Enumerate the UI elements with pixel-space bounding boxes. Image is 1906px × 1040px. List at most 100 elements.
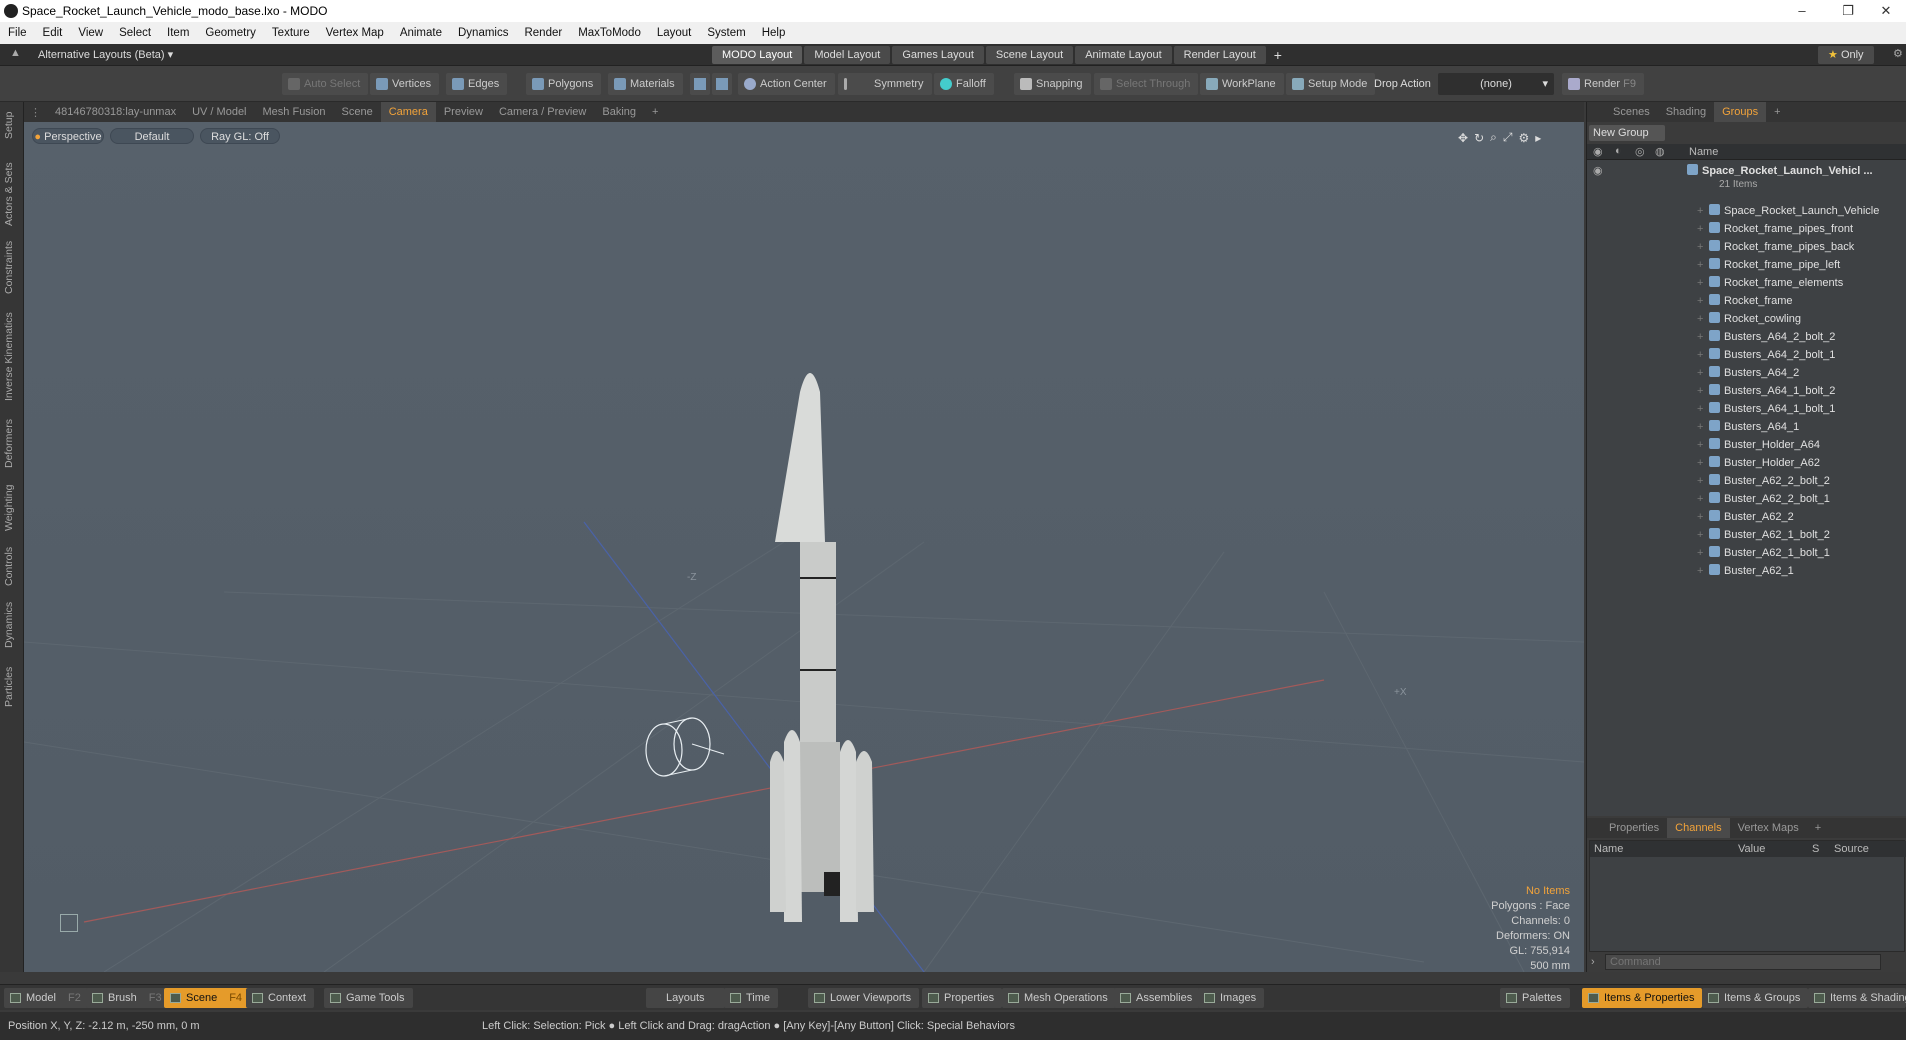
expand-icon[interactable]: + — [1697, 220, 1703, 238]
list-item[interactable]: + Rocket_frame_pipes_back — [1587, 238, 1906, 256]
vtab-camera[interactable]: Camera — [380, 102, 436, 122]
expand-icon[interactable]: + — [1697, 328, 1703, 346]
mesh-operations-button[interactable]: Mesh Operations — [1002, 988, 1116, 1008]
list-item[interactable]: + Buster_A62_1 — [1587, 562, 1906, 580]
list-item[interactable]: + Busters_A64_1_bolt_1 — [1587, 400, 1906, 418]
expand-icon[interactable]: + — [1697, 274, 1703, 292]
tab-modo-layout[interactable]: MODO Layout — [712, 46, 803, 64]
viewport-arrow-icon[interactable]: ▸ — [1535, 131, 1541, 145]
list-item[interactable]: + Buster_A62_1_bolt_1 — [1587, 544, 1906, 562]
vtab-baking[interactable]: Baking — [594, 102, 644, 122]
expand-icon[interactable]: + — [1697, 400, 1703, 418]
properties-button[interactable]: Properties — [922, 988, 1003, 1008]
vtab-weighting[interactable]: Weighting — [3, 480, 21, 536]
add-lower-tab-icon[interactable]: + — [1807, 818, 1829, 838]
camera-gizmo[interactable] — [645, 717, 725, 777]
list-item[interactable]: + Buster_Holder_A64 — [1587, 436, 1906, 454]
tab-model-layout[interactable]: Model Layout — [804, 46, 891, 64]
pan-icon[interactable]: ✥ — [1458, 131, 1468, 145]
rotate-icon[interactable]: ↻ — [1474, 131, 1484, 145]
tab-properties[interactable]: Properties — [1601, 818, 1667, 838]
menu-select[interactable]: Select — [111, 22, 159, 44]
tab-games-layout[interactable]: Games Layout — [892, 46, 984, 64]
raygl-toggle[interactable]: Ray GL: Off — [200, 128, 280, 144]
3d-viewport[interactable]: ● Perspective Default Ray GL: Off ✥ ↻ ⌕ … — [24, 122, 1584, 972]
vtab-camera-preview[interactable]: Camera / Preview — [491, 102, 594, 122]
tab-shading[interactable]: Shading — [1658, 102, 1714, 122]
expand-icon[interactable]: + — [1697, 436, 1703, 454]
selection-set-button[interactable] — [690, 73, 710, 95]
expand-icon[interactable]: + — [1697, 526, 1703, 544]
rocket-model[interactable] — [770, 373, 874, 922]
tab-animate-layout[interactable]: Animate Layout — [1075, 46, 1172, 64]
setup-mode-button[interactable]: Setup Mode — [1286, 73, 1376, 95]
items-properties-button[interactable]: Items & Properties — [1582, 988, 1703, 1008]
auto-select-button[interactable]: Auto Select — [282, 73, 369, 95]
add-layout-icon[interactable]: + — [1274, 47, 1282, 63]
expand-icon[interactable]: + — [1697, 508, 1703, 526]
vtab-controls[interactable]: Controls — [3, 542, 21, 590]
list-item[interactable]: + Busters_A64_2 — [1587, 364, 1906, 382]
expand-icon[interactable]: + — [1697, 292, 1703, 310]
list-item[interactable]: + Buster_A62_2_bolt_2 — [1587, 472, 1906, 490]
vtab-lay-unmax[interactable]: 48146780318:lay-unmax — [47, 102, 184, 122]
menu-render[interactable]: Render — [516, 22, 570, 44]
expand-icon[interactable]: + — [1697, 418, 1703, 436]
expand-icon[interactable]: + — [1697, 238, 1703, 256]
command-input[interactable] — [1605, 954, 1881, 970]
vtab-setup[interactable]: Setup — [3, 108, 21, 142]
menu-geometry[interactable]: Geometry — [197, 22, 264, 44]
expand-icon[interactable]: + — [1697, 472, 1703, 490]
menu-texture[interactable]: Texture — [264, 22, 318, 44]
symmetry-button[interactable]: Symmetry — [838, 73, 932, 95]
list-item[interactable]: + Busters_A64_1_bolt_2 — [1587, 382, 1906, 400]
add-tab-icon[interactable]: + — [1766, 102, 1788, 122]
edges-button[interactable]: Edges — [446, 73, 508, 95]
scene-button[interactable]: Scene F4 — [164, 988, 251, 1008]
tab-scenes[interactable]: Scenes — [1605, 102, 1658, 122]
menu-animate[interactable]: Animate — [392, 22, 450, 44]
context-button[interactable]: Context — [246, 988, 314, 1008]
list-item[interactable]: + Rocket_frame_pipe_left — [1587, 256, 1906, 274]
game-tools-button[interactable]: Game Tools — [324, 988, 413, 1008]
menu-item[interactable]: Item — [159, 22, 197, 44]
menu-dynamics[interactable]: Dynamics — [450, 22, 516, 44]
list-item[interactable]: + Buster_A62_2 — [1587, 508, 1906, 526]
list-item[interactable]: + Rocket_frame — [1587, 292, 1906, 310]
menu-maxtomodo[interactable]: MaxToModo — [570, 22, 649, 44]
action-center-button[interactable]: Action Center — [738, 73, 835, 95]
menu-help[interactable]: Help — [754, 22, 794, 44]
list-item[interactable]: + Busters_A64_2_bolt_2 — [1587, 328, 1906, 346]
workplane-button[interactable]: WorkPlane — [1200, 73, 1284, 95]
list-item[interactable]: + Rocket_frame_pipes_front — [1587, 220, 1906, 238]
lower-viewports-button[interactable]: Lower Viewports — [808, 988, 920, 1008]
fit-icon[interactable]: ⤢ — [1503, 130, 1513, 145]
expand-icon[interactable]: + — [1697, 346, 1703, 364]
tab-channels[interactable]: Channels — [1667, 818, 1730, 838]
assemblies-button[interactable]: Assemblies — [1114, 988, 1201, 1008]
render-button[interactable]: Render F9 — [1562, 73, 1644, 95]
gear-icon[interactable]: ⚙ — [1893, 47, 1903, 60]
list-item[interactable]: + Buster_A62_2_bolt_1 — [1587, 490, 1906, 508]
add-viewport-tab-icon[interactable]: + — [644, 102, 666, 122]
polygons-button[interactable]: Polygons — [526, 73, 602, 95]
vtab-preview[interactable]: Preview — [436, 102, 491, 122]
expand-icon[interactable]: + — [1697, 256, 1703, 274]
palettes-button[interactable]: Palettes — [1500, 988, 1570, 1008]
items-groups-button[interactable]: Items & Groups — [1702, 988, 1809, 1008]
brush-button[interactable]: Brush F3 — [86, 988, 170, 1008]
model-button[interactable]: Model F2 — [4, 988, 89, 1008]
expand-icon[interactable]: + — [1697, 382, 1703, 400]
collapse-icon[interactable]: ▲ — [10, 47, 21, 59]
time-button[interactable]: Time — [724, 988, 779, 1008]
vertices-button[interactable]: Vertices — [370, 73, 440, 95]
vtab-particles[interactable]: Particles — [3, 660, 21, 714]
menu-view[interactable]: View — [70, 22, 111, 44]
vtab-dynamics[interactable]: Dynamics — [3, 598, 21, 652]
select-through-button[interactable]: Select Through — [1094, 73, 1199, 95]
only-button[interactable]: ★ Only — [1818, 46, 1874, 64]
menu-system[interactable]: System — [699, 22, 753, 44]
materials-button[interactable]: Materials — [608, 73, 683, 95]
tab-render-layout[interactable]: Render Layout — [1173, 46, 1266, 64]
list-item[interactable]: + Space_Rocket_Launch_Vehicle — [1587, 202, 1906, 220]
